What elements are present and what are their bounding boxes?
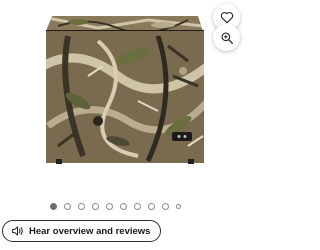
hear-overview-label: Hear overview and reviews: [29, 225, 151, 237]
zoom-button[interactable]: [213, 24, 240, 51]
freezer-body: [46, 31, 204, 163]
carousel-dot[interactable]: [162, 203, 169, 210]
carousel-dot[interactable]: [50, 203, 57, 210]
carousel-dot[interactable]: [92, 203, 99, 210]
carousel-dot[interactable]: [120, 203, 127, 210]
carousel-dot[interactable]: [106, 203, 113, 210]
speaker-icon: [12, 226, 23, 236]
product-image[interactable]: [38, 6, 208, 166]
control-panel: [172, 132, 192, 141]
carousel-dot[interactable]: [176, 204, 181, 209]
zoom-in-icon: [220, 31, 233, 44]
carousel-dots: [50, 203, 181, 210]
chest-freezer-image: [46, 16, 204, 164]
carousel-dot[interactable]: [134, 203, 141, 210]
product-detail-page: Hear overview and reviews: [0, 0, 250, 250]
heart-icon: [220, 11, 233, 24]
hear-overview-button[interactable]: Hear overview and reviews: [2, 220, 162, 242]
carousel-dot[interactable]: [148, 203, 155, 210]
carousel-dot[interactable]: [64, 203, 71, 210]
carousel-dot[interactable]: [78, 203, 85, 210]
